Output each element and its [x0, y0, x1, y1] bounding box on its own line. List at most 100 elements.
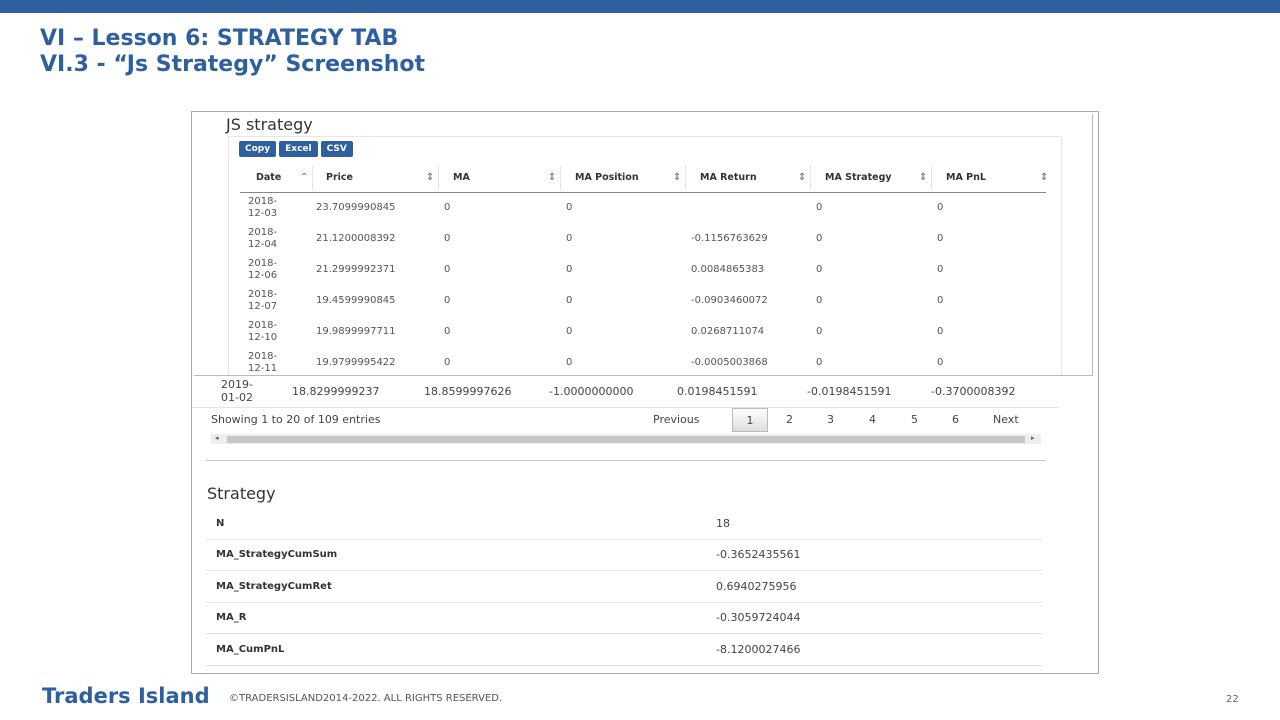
cell-date: 2018-12-11: [248, 350, 278, 374]
pagination-next[interactable]: Next: [993, 408, 1019, 430]
cell-ma-position: -1.0000000000: [549, 384, 634, 398]
strategy-value: -0.3059724044: [716, 611, 801, 624]
js-strategy-panel: JS strategy Copy Excel CSV Date ⌃ Price …: [194, 114, 1093, 376]
cell-ma-return: 0.0084865383: [691, 264, 765, 275]
table-row: 2018-12-06 21.2999992371 0 0 0.0084865383 0 0: [240, 254, 1046, 285]
column-header-ma-strategy[interactable]: MA Strategy: [825, 162, 895, 192]
cell-ma-strategy: 0: [816, 357, 823, 368]
horizontal-scrollbar[interactable]: ◂ ▸: [211, 434, 1041, 444]
cell-ma: 0: [444, 326, 451, 337]
strategy-row-cumret: MA_StrategyCumRet 0.6940275956: [206, 571, 1042, 603]
export-buttons: Copy Excel CSV: [239, 141, 353, 157]
table-row: 2018-12-03 23.7099990845 0 0 0 0: [240, 192, 1046, 223]
footer-brand-logo: Traders Island: [42, 684, 210, 708]
cell-ma-position: 0: [566, 264, 573, 275]
table-row: 2018-12-10 19.9899997711 0 0 0.0268711074 0 0: [240, 316, 1046, 347]
cell-ma: 18.8599997626: [424, 384, 512, 398]
strategy-title: Strategy: [207, 484, 276, 503]
strategy-row-n: N 18: [206, 508, 1042, 540]
cell-price: 19.4599990845: [316, 295, 396, 306]
pagination-page-1[interactable]: 1: [732, 408, 768, 432]
column-header-price[interactable]: Price: [326, 162, 353, 192]
csv-button[interactable]: CSV: [320, 141, 353, 157]
sort-both-icon[interactable]: ⇕: [426, 162, 434, 192]
footer-copyright: ©TRADERSISLAND2014-2022. ALL RIGHTS RESE…: [229, 693, 503, 704]
excel-button[interactable]: Excel: [279, 141, 318, 157]
slide-title-line1: VI – Lesson 6: STRATEGY TAB: [40, 26, 399, 51]
cell-ma-strategy: -0.0198451591: [807, 384, 892, 398]
cell-date: 2018-12-04: [248, 226, 278, 250]
pagination-previous[interactable]: Previous: [653, 408, 700, 430]
sort-both-icon[interactable]: ⇕: [798, 162, 806, 192]
table-footer-and-strategy: 2019-01-02 18.8299999237 18.8599997626 -…: [192, 375, 1058, 673]
cell-ma: 0: [444, 202, 451, 213]
header-divider: [312, 166, 313, 190]
top-accent-bar: [0, 0, 1280, 13]
cell-price: 21.2999992371: [316, 264, 396, 275]
pagination-page-2[interactable]: 2: [786, 408, 793, 430]
cell-price: 18.8299999237: [292, 384, 380, 398]
cell-ma-pnl: 0: [937, 233, 944, 244]
sort-asc-icon[interactable]: ⌃: [300, 162, 308, 192]
cell-ma-pnl: 0: [937, 357, 944, 368]
cell-ma: 0: [444, 295, 451, 306]
header-divider: [438, 166, 439, 190]
cell-ma-strategy: 0: [816, 233, 823, 244]
sort-both-icon[interactable]: ⇕: [919, 162, 927, 192]
strategy-row-cumsum: MA_StrategyCumSum -0.3652435561: [206, 539, 1042, 571]
cell-ma-pnl: 0: [937, 326, 944, 337]
sort-both-icon[interactable]: ⇕: [673, 162, 681, 192]
copy-button[interactable]: Copy: [239, 141, 277, 157]
table-row: 2018-12-11 19.9799995422 0 0 -0.0005003868 0 0: [240, 347, 1046, 375]
header-divider: [560, 166, 561, 190]
cell-ma-return: 0.0268711074: [691, 326, 765, 337]
cell-ma-return: 0.0198451591: [677, 384, 758, 398]
cell-ma: 0: [444, 264, 451, 275]
strategy-label: MA_StrategyCumSum: [216, 549, 338, 560]
strategy-value: 18: [716, 517, 730, 530]
pagination-page-4[interactable]: 4: [869, 408, 876, 430]
strategy-row-r: MA_R -0.3059724044: [206, 602, 1042, 634]
strategy-label: MA_CumPnL: [216, 644, 285, 655]
slide-title-line2: VI.3 - “Js Strategy” Screenshot: [40, 52, 426, 77]
pagination-page-5[interactable]: 5: [911, 408, 918, 430]
strategy-label: MA_R: [216, 612, 247, 623]
entries-info: Showing 1 to 20 of 109 entries: [211, 413, 381, 426]
cell-price: 19.9899997711: [316, 326, 396, 337]
column-header-ma-position[interactable]: MA Position: [575, 162, 639, 192]
header-divider: [931, 166, 932, 190]
cell-ma-strategy: 0: [816, 295, 823, 306]
section-divider: [206, 460, 1046, 461]
screenshot-frame: JS strategy Copy Excel CSV Date ⌃ Price …: [191, 111, 1099, 674]
cell-ma: 0: [444, 357, 451, 368]
pagination-page-3[interactable]: 3: [827, 408, 834, 430]
table-row: 2018-12-07 19.4599990845 0 0 -0.0903460072 0 0: [240, 285, 1046, 316]
cell-ma-pnl: 0: [937, 264, 944, 275]
cell-ma-strategy: 0: [816, 326, 823, 337]
cell-ma-return: -0.1156763629: [691, 233, 768, 244]
cell-ma-return: -0.0903460072: [691, 295, 768, 306]
js-strategy-title: JS strategy: [226, 115, 313, 134]
cell-price: 21.1200008392: [316, 233, 396, 244]
table-row: 2018-12-04 21.1200008392 0 0 -0.1156763629 0 0: [240, 223, 1046, 254]
scrollbar-thumb[interactable]: [227, 436, 1025, 443]
strategy-value: -8.1200027466: [716, 643, 801, 656]
column-header-ma-return[interactable]: MA Return: [700, 162, 757, 192]
cell-date: 2018-12-07: [248, 288, 278, 312]
cell-ma-position: 0: [566, 357, 573, 368]
column-header-date[interactable]: Date: [256, 162, 281, 192]
cell-ma-position: 0: [566, 326, 573, 337]
cell-ma-pnl: 0: [937, 295, 944, 306]
scroll-left-icon[interactable]: ◂: [215, 434, 219, 442]
column-header-ma-pnl[interactable]: MA PnL: [946, 162, 986, 192]
cell-ma-strategy: 0: [816, 202, 823, 213]
column-header-ma[interactable]: MA: [453, 162, 470, 192]
pagination-page-6[interactable]: 6: [952, 408, 959, 430]
sort-both-icon[interactable]: ⇕: [548, 162, 556, 192]
scroll-right-icon[interactable]: ▸: [1031, 434, 1035, 442]
strategy-value: 0.6940275956: [716, 580, 797, 593]
cell-price: 19.9799995422: [316, 357, 396, 368]
cell-ma-position: 0: [566, 295, 573, 306]
sort-both-icon[interactable]: ⇕: [1040, 162, 1048, 192]
cell-ma-position: 0: [566, 233, 573, 244]
